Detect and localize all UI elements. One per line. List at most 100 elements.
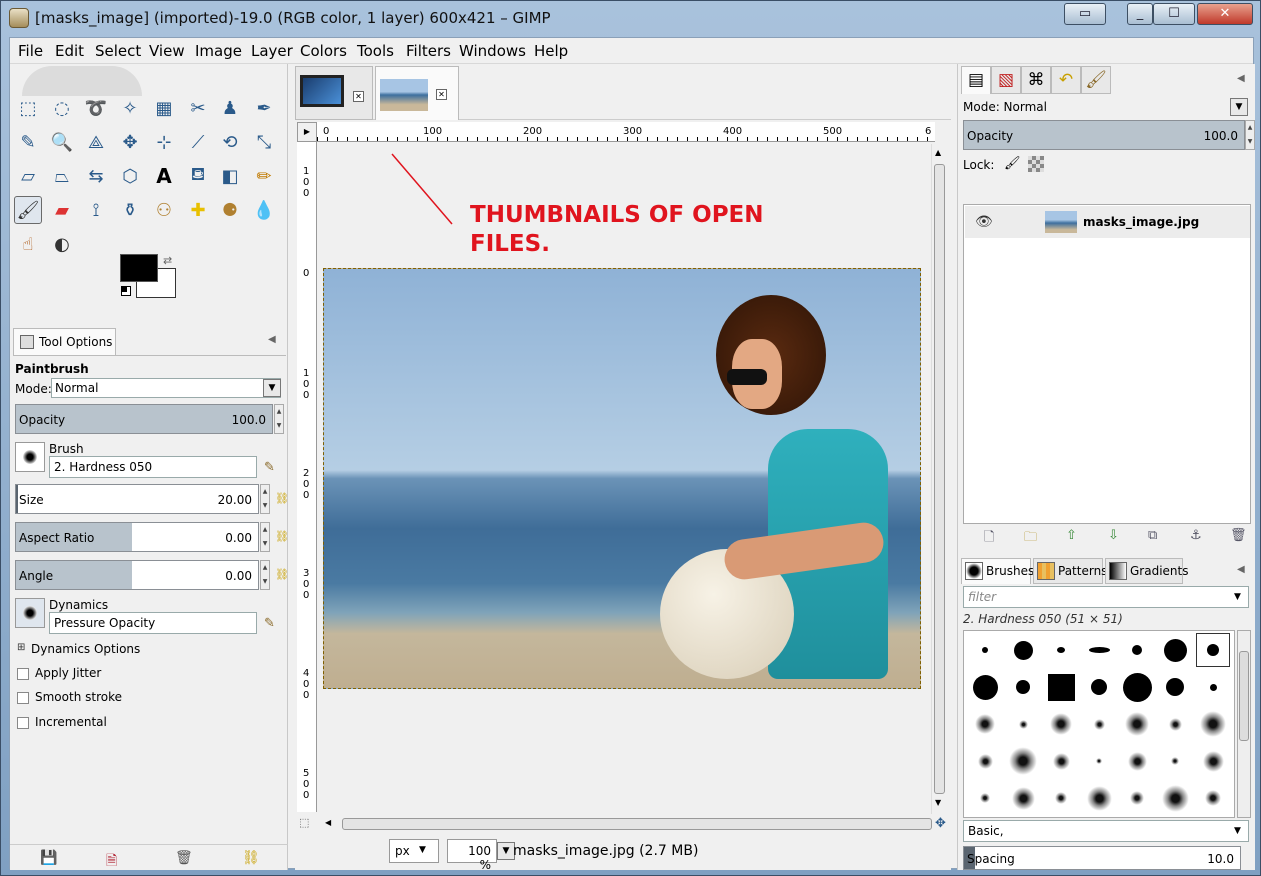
chevron-down-icon[interactable]: ▼	[263, 379, 281, 397]
brush-thumbnail[interactable]	[1082, 633, 1116, 667]
aspect-ratio-slider[interactable]: Aspect Ratio 0.00	[15, 522, 259, 552]
brush-thumbnail[interactable]	[1120, 670, 1154, 704]
angle-reset-icon[interactable]: ⛓	[275, 568, 289, 582]
brush-thumbnail[interactable]	[1044, 707, 1078, 741]
raise-layer-icon[interactable]: ⇧	[1066, 528, 1077, 543]
restore-button[interactable]: ▭	[1064, 3, 1106, 25]
scissors-icon[interactable]: ✂	[184, 94, 212, 122]
beach-photo[interactable]	[323, 268, 921, 689]
unit-select[interactable]: px	[389, 839, 439, 863]
menu-filters[interactable]: Filters	[406, 42, 451, 60]
brush-thumbnail[interactable]	[1082, 707, 1116, 741]
minimize-button[interactable]: _	[1127, 3, 1153, 25]
tab-layers-icon[interactable]: ▤	[961, 66, 991, 94]
chevron-down-icon[interactable]: ▼	[1234, 592, 1241, 602]
measure-icon[interactable]: ⟁	[82, 128, 110, 156]
brush-thumbnail[interactable]	[1196, 744, 1230, 778]
navigate-icon[interactable]: ✥	[935, 816, 946, 831]
size-spinner[interactable]: ▲ ▼	[260, 484, 270, 514]
dynamics-options[interactable]: Dynamics Options	[31, 642, 140, 656]
brush-filter-input[interactable]: filter	[963, 586, 1249, 608]
brush-scrollbar[interactable]	[1237, 630, 1251, 818]
title-bar[interactable]: [masks_image] (imported)-19.0 (RGB color…	[1, 1, 1260, 35]
delete-layer-icon[interactable]: 🗑	[1230, 528, 1247, 543]
delete-options-icon[interactable]: 🗑	[175, 850, 193, 866]
brush-thumbnail[interactable]	[968, 744, 1002, 778]
brush-thumbnail[interactable]	[1082, 670, 1116, 704]
free-select-icon[interactable]: ➰	[82, 94, 110, 122]
horizontal-scrollbar[interactable]: ◀	[317, 816, 932, 832]
brush-thumbnail[interactable]	[1120, 781, 1154, 815]
close-icon[interactable]: ✕	[436, 89, 447, 100]
smudge-icon[interactable]: ☝	[14, 230, 42, 258]
menu-layer[interactable]: Layer	[251, 42, 293, 60]
brush-thumbnail[interactable]	[1158, 633, 1192, 667]
layer-name[interactable]: masks_image.jpg	[1083, 215, 1199, 229]
brush-thumbnail[interactable]	[1120, 744, 1154, 778]
opacity-slider[interactable]: Opacity 100.0	[15, 404, 273, 434]
brush-grid[interactable]	[963, 630, 1235, 818]
perspective-icon[interactable]: ⏢	[48, 162, 76, 190]
brush-thumbnail[interactable]	[1158, 707, 1192, 741]
layer-opacity-slider[interactable]: Opacity 100.0	[963, 120, 1245, 150]
cage-icon[interactable]: ⬡	[116, 162, 144, 190]
swap-colors-icon[interactable]: ⇄	[163, 254, 172, 267]
ruler-corner-icon[interactable]: ▶	[297, 122, 317, 142]
paintbrush-icon[interactable]: 🖌	[14, 196, 42, 224]
blur-icon[interactable]: 💧	[250, 196, 278, 224]
edit-brush-icon[interactable]: ✎	[264, 460, 280, 476]
duplicate-layer-icon[interactable]: ⧉	[1148, 528, 1157, 543]
scroll-thumb[interactable]	[934, 164, 945, 794]
new-layer-icon[interactable]: 🗋	[984, 528, 994, 550]
layer-row[interactable]: 👁 masks_image.jpg	[965, 206, 1250, 238]
opacity-spinner[interactable]: ▲ ▼	[274, 404, 284, 434]
dynamics-preview[interactable]	[15, 598, 45, 628]
brush-thumbnail[interactable]	[1006, 670, 1040, 704]
scroll-thumb[interactable]	[342, 818, 932, 830]
menu-edit[interactable]: Edit	[55, 42, 84, 60]
dynamics-field[interactable]: Pressure Opacity	[49, 612, 257, 634]
expand-icon[interactable]: ⊞	[17, 642, 25, 653]
tab-brushes[interactable]: Brushes	[961, 558, 1034, 584]
flip-icon[interactable]: ⇆	[82, 162, 110, 190]
menu-view[interactable]: View	[149, 42, 185, 60]
pencil-icon[interactable]: ✏	[250, 162, 278, 190]
text-icon[interactable]: A	[150, 162, 178, 190]
brush-field[interactable]: 2. Hardness 050	[49, 456, 257, 478]
shear-icon[interactable]: ▱	[14, 162, 42, 190]
default-colors-icon[interactable]	[121, 286, 131, 296]
blend-icon[interactable]: ◧	[216, 162, 244, 190]
ellipse-select-icon[interactable]: ◌	[48, 94, 76, 122]
incremental-checkbox[interactable]	[17, 717, 29, 729]
lock-alpha-icon[interactable]	[1028, 156, 1044, 172]
edit-dynamics-icon[interactable]: ✎	[264, 616, 280, 632]
brush-thumbnail[interactable]	[1082, 744, 1116, 778]
brush-thumbnail[interactable]	[968, 781, 1002, 815]
brush-thumbnail[interactable]	[1196, 633, 1230, 667]
color-select-icon[interactable]: ▦	[150, 94, 178, 122]
dodge-burn-icon[interactable]: ◐	[48, 230, 76, 258]
menu-tools[interactable]: Tools	[357, 42, 394, 60]
apply-jitter-checkbox[interactable]	[17, 668, 29, 680]
tab-paths-icon[interactable]: ⌘	[1021, 66, 1051, 94]
brush-thumbnail[interactable]	[1082, 781, 1116, 815]
paths-icon[interactable]: ✒	[250, 94, 278, 122]
brush-preview[interactable]	[15, 442, 45, 472]
brush-thumbnail[interactable]	[1158, 670, 1192, 704]
zoom-icon[interactable]: 🔍	[48, 128, 76, 156]
smooth-stroke-checkbox[interactable]	[17, 692, 29, 704]
layer-opacity-spinner[interactable]: ▲ ▼	[1245, 120, 1255, 150]
tab-undo-icon[interactable]: ↶	[1051, 66, 1081, 94]
close-icon[interactable]: ✕	[353, 91, 364, 102]
restore-options-icon[interactable]: 🗎	[106, 850, 117, 874]
brush-thumbnail[interactable]	[1044, 670, 1078, 704]
brush-thumbnail[interactable]	[1120, 707, 1154, 741]
dock-menu-icon[interactable]: ◀	[268, 334, 276, 345]
image-tab-masks[interactable]: ✕	[375, 66, 459, 120]
menu-windows[interactable]: Windows	[459, 42, 526, 60]
menu-colors[interactable]: Colors	[300, 42, 347, 60]
crop-icon[interactable]: ⟋	[184, 128, 212, 156]
brush-thumbnail[interactable]	[1044, 781, 1078, 815]
brush-tag-field[interactable]: Basic,	[963, 820, 1249, 842]
tab-channels-icon[interactable]: ▧	[991, 66, 1021, 94]
